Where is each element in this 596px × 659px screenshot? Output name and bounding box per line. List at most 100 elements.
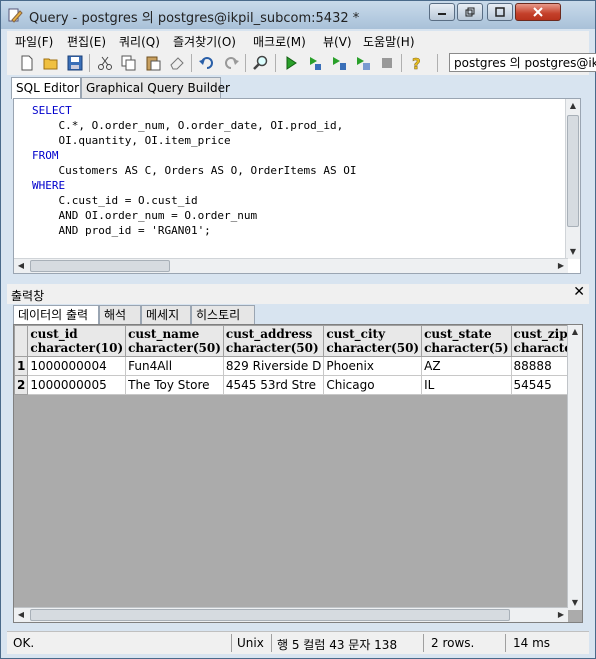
- table-row[interactable]: 2 1000000005 The Toy Store 4545 53rd Str…: [14, 375, 582, 395]
- title-bar[interactable]: Query - postgres 의 postgres@ikpil_subcom…: [1, 1, 595, 29]
- menu-file[interactable]: 파일(F): [15, 33, 53, 50]
- cancel-query-button[interactable]: [377, 53, 397, 73]
- scroll-up-icon[interactable]: ▲: [566, 99, 580, 113]
- menu-query[interactable]: 쿼리(Q): [119, 33, 160, 50]
- explain-button[interactable]: [305, 53, 325, 73]
- sql-code[interactable]: SELECT C.*, O.order_num, O.order_date, O…: [32, 103, 357, 238]
- sql-line: C.*, O.order_num, O.order_date, OI.prod_…: [32, 119, 344, 132]
- cut-button[interactable]: [95, 53, 115, 73]
- minimize-button[interactable]: [429, 3, 455, 21]
- editor-vertical-scrollbar[interactable]: ▲ ▼: [565, 99, 580, 259]
- column-header[interactable]: cust_id character(10): [27, 325, 127, 357]
- column-header[interactable]: cust_address character(50): [222, 325, 325, 357]
- help-icon: ?: [412, 55, 421, 71]
- tab-history[interactable]: 히스토리: [191, 305, 255, 324]
- menu-favorites[interactable]: 즐겨찾기(O): [173, 33, 236, 50]
- table-cell[interactable]: IL: [421, 375, 512, 395]
- grid-horizontal-scrollbar[interactable]: ◀ ▶: [14, 607, 568, 622]
- close-icon[interactable]: ✕: [573, 284, 585, 300]
- connection-select[interactable]: postgres 의 postgres@ikp: [449, 53, 596, 72]
- tab-graphical-query-builder[interactable]: Graphical Query Builder: [81, 77, 230, 98]
- undo-icon: [199, 57, 213, 69]
- minimize-icon: [438, 13, 446, 15]
- sql-editor[interactable]: SELECT C.*, O.order_num, O.order_date, O…: [13, 98, 581, 274]
- table-cell[interactable]: Phoenix: [323, 356, 423, 376]
- play-icon: [286, 56, 297, 70]
- help-button[interactable]: ?: [407, 53, 427, 73]
- table-row[interactable]: 1 1000000004 Fun4All 829 Riverside D Pho…: [14, 356, 582, 376]
- undo-button[interactable]: [197, 53, 217, 73]
- header-row: cust_id character(10) cust_name character(…: [14, 325, 582, 357]
- tab-explain[interactable]: 해석: [99, 305, 141, 324]
- sql-line: SELECT: [32, 104, 72, 117]
- status-exec-time: 14 ms: [513, 636, 551, 650]
- close-icon: [533, 7, 543, 17]
- column-header[interactable]: cust_name character(50): [125, 325, 224, 357]
- save-icon: [67, 55, 83, 71]
- table-cell[interactable]: 4545 53rd Stre: [222, 375, 325, 395]
- new-button[interactable]: [17, 53, 37, 73]
- table-cell[interactable]: 1000000004: [27, 356, 127, 376]
- column-header[interactable]: cust_state character(5): [421, 325, 512, 357]
- editor-vscroll-thumb[interactable]: [567, 115, 579, 227]
- paste-icon: [146, 56, 161, 71]
- row-number[interactable]: 2: [14, 375, 29, 395]
- tab-messages[interactable]: 메세지: [141, 305, 191, 324]
- clear-button[interactable]: [167, 53, 187, 73]
- table-cell[interactable]: Fun4All: [125, 356, 224, 376]
- folder-open-icon: [43, 58, 58, 70]
- execute-to-file-button[interactable]: [329, 53, 349, 73]
- tab-data-output[interactable]: 데이터의 출력: [13, 305, 99, 325]
- sql-line: OI.quantity, OI.item_price: [32, 134, 231, 147]
- status-cursor-position: 행 5 컬럼 43 문자 138: [277, 638, 398, 652]
- copy-button[interactable]: [119, 53, 139, 73]
- row-number[interactable]: 1: [14, 356, 29, 376]
- restore-icon: [465, 7, 475, 17]
- table-cell[interactable]: 829 Riverside D: [222, 356, 325, 376]
- copy-icon: [121, 55, 136, 71]
- toolbar: ? postgres 의 postgres@ikp: [7, 51, 596, 75]
- close-button[interactable]: [515, 3, 561, 21]
- scroll-right-icon[interactable]: ▶: [554, 259, 568, 273]
- scroll-left-icon[interactable]: ◀: [14, 608, 28, 622]
- table-cell[interactable]: The Toy Store: [125, 375, 224, 395]
- column-header[interactable]: cust_city character(50): [323, 325, 423, 357]
- new-file-icon: [21, 55, 33, 71]
- scroll-down-icon[interactable]: ▼: [566, 245, 580, 259]
- menu-edit[interactable]: 편집(E): [67, 33, 106, 50]
- table-cell[interactable]: AZ: [421, 356, 512, 376]
- redo-button[interactable]: [221, 53, 241, 73]
- sql-line: AND OI.order_num = O.order_num: [32, 209, 258, 222]
- table-cell[interactable]: 1000000005: [27, 375, 127, 395]
- sql-line: Customers AS C, Orders AS O, OrderItems …: [32, 164, 357, 177]
- open-button[interactable]: [41, 53, 61, 73]
- scroll-left-icon[interactable]: ◀: [14, 259, 28, 273]
- editor-horizontal-scrollbar[interactable]: ◀ ▶: [14, 258, 568, 273]
- paste-button[interactable]: [143, 53, 163, 73]
- execute-button[interactable]: [281, 53, 301, 73]
- table-cell[interactable]: Chicago: [323, 375, 423, 395]
- execute-pgscript-button[interactable]: [353, 53, 373, 73]
- menu-macros[interactable]: 매크로(M): [253, 33, 306, 50]
- grid-hscroll-thumb[interactable]: [30, 609, 510, 621]
- menu-view[interactable]: 뷰(V): [323, 33, 352, 50]
- scroll-right-icon[interactable]: ▶: [554, 608, 568, 622]
- restore-button[interactable]: [457, 3, 483, 21]
- editor-hscroll-thumb[interactable]: [30, 260, 170, 272]
- grid-vertical-scrollbar[interactable]: ▲ ▼: [567, 325, 582, 610]
- maximize-icon: [495, 7, 505, 17]
- explain-icon: [310, 57, 321, 70]
- status-bar: OK. Unix 행 5 컬럼 43 문자 138 2 rows. 14 ms: [7, 631, 589, 654]
- menu-help[interactable]: 도움말(H): [363, 33, 415, 50]
- window-title: Query - postgres 의 postgres@ikpil_subcom…: [29, 11, 360, 26]
- find-button[interactable]: [251, 53, 271, 73]
- results-table: cust_id character(10) cust_name character(…: [14, 325, 582, 395]
- data-output-grid[interactable]: cust_id character(10) cust_name character(…: [13, 324, 583, 623]
- tab-sql-editor[interactable]: SQL Editor: [11, 77, 81, 99]
- scroll-down-icon[interactable]: ▼: [568, 596, 582, 610]
- save-button[interactable]: [65, 53, 85, 73]
- scroll-up-icon[interactable]: ▲: [568, 325, 582, 339]
- maximize-button[interactable]: [487, 3, 513, 21]
- stop-icon: [382, 58, 392, 68]
- row-number-header: [14, 325, 29, 357]
